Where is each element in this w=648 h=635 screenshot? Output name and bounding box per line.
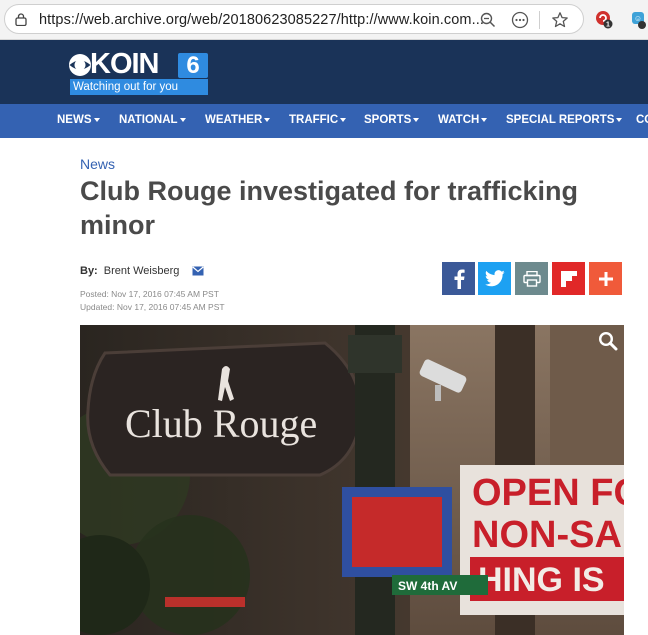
chevron-down-icon (481, 117, 488, 122)
print-button[interactable] (515, 262, 548, 295)
lock-icon[interactable] (15, 13, 27, 26)
nav-item-news[interactable]: NEWS (57, 114, 100, 126)
facebook-icon (454, 269, 465, 289)
share-twitter-button[interactable] (478, 262, 511, 295)
updated-date: Updated: Nov 17, 2016 07:45 AM PST (80, 302, 225, 312)
address-divider (539, 11, 540, 29)
more-dots-icon[interactable] (511, 11, 529, 29)
site-header: KOIN 6 Watching out for you (0, 40, 648, 104)
nav-item-sports[interactable]: SPORTS (364, 114, 420, 126)
chevron-down-icon (616, 117, 623, 122)
nav-item-more[interactable]: CO (636, 114, 648, 126)
article-category-link[interactable]: News (80, 156, 115, 172)
nav-item-watch[interactable]: WATCH (438, 114, 488, 126)
logo-wordmark: KOIN (90, 48, 159, 80)
club-rouge-sign-text: Club Rouge (125, 401, 317, 446)
chevron-down-icon (179, 117, 186, 122)
address-bar[interactable]: https://web.archive.org/web/201806230852… (4, 4, 584, 34)
main-navigation: NEWS NATIONAL WEATHER TRAFFIC SPORTS WAT… (0, 104, 648, 138)
banner-line-2: NON-SA (472, 514, 622, 556)
url-text[interactable]: https://web.archive.org/web/201806230852… (39, 12, 484, 28)
share-flipboard-button[interactable] (552, 262, 585, 295)
flipboard-icon (560, 270, 577, 287)
chevron-down-icon (340, 117, 347, 122)
nav-item-traffic[interactable]: TRAFFIC (289, 114, 347, 126)
extension-puzzle-icon[interactable]: ☺ (628, 9, 648, 29)
zoom-icon[interactable] (479, 11, 497, 29)
author-name[interactable]: Brent Weisberg (104, 265, 180, 277)
share-more-button[interactable] (589, 262, 622, 295)
street-sign-text: SW 4th AV (398, 579, 457, 593)
byline-label: By: (80, 265, 98, 277)
search-icon[interactable] (598, 331, 618, 351)
browser-toolbar: https://web.archive.org/web/201806230852… (0, 0, 648, 40)
twitter-bird-icon (484, 270, 505, 287)
plus-icon (598, 271, 613, 286)
nav-item-weather[interactable]: WEATHER (205, 114, 271, 126)
email-author-icon[interactable] (192, 266, 204, 276)
logo-channel-number: 6 (178, 53, 208, 78)
article-photo[interactable]: Club Rouge OPEN FO NON-SA HING IS SW 4th… (80, 325, 624, 635)
banner-line-1: OPEN FO (472, 472, 624, 514)
share-facebook-button[interactable] (442, 262, 475, 295)
chevron-down-icon (264, 117, 271, 122)
printer-icon (522, 270, 541, 287)
posted-date: Posted: Nov 17, 2016 07:45 AM PST (80, 289, 219, 299)
extension-badge: 1 (606, 22, 610, 29)
favorite-star-icon[interactable] (551, 11, 569, 29)
nav-item-national[interactable]: NATIONAL (119, 114, 186, 126)
article-dates: Posted: Nov 17, 2016 07:45 AM PST Update… (80, 288, 225, 314)
banner-line-3: HING IS (478, 561, 605, 599)
chevron-down-icon (93, 117, 100, 122)
byline: By: Brent Weisberg (80, 265, 179, 277)
koin6-logo[interactable]: KOIN 6 Watching out for you (68, 48, 210, 95)
club-rouge-photo-scene: Club Rouge OPEN FO NON-SA HING IS SW 4th… (80, 325, 624, 635)
cbs-eye-icon (69, 54, 91, 76)
nav-item-special-reports[interactable]: SPECIAL REPORTS (506, 114, 623, 126)
article-headline: Club Rouge investigated for trafficking … (80, 176, 579, 240)
logo-tagline: Watching out for you (70, 79, 208, 95)
chevron-down-icon (413, 117, 420, 122)
extension-shield-icon[interactable]: 1 (594, 9, 614, 29)
